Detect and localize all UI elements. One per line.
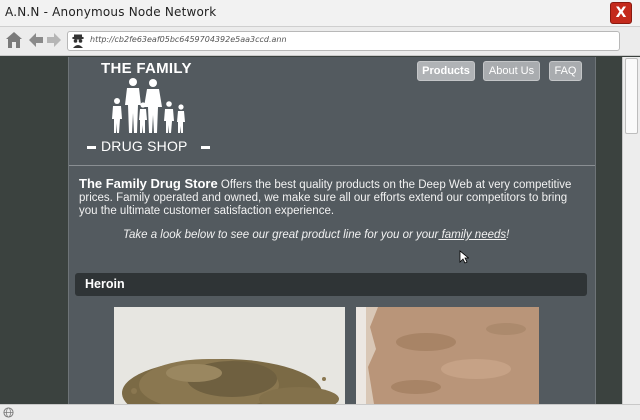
family-silhouette-icon [112,78,185,133]
intro-paragraph: The Family Drug Store Offers the best qu… [79,177,584,218]
family-needs-link[interactable]: family needs [438,229,507,241]
home-icon[interactable] [5,30,23,50]
tagline: Take a look below to see our great produ… [123,229,583,241]
page-viewport: THE FAMILY DRUG SHOP Products About Us F… [0,57,622,404]
mouse-cursor-icon [459,250,469,264]
nav-products-button[interactable]: Products [417,61,475,81]
forward-arrow-icon[interactable] [46,30,62,50]
spy-icon [72,34,84,48]
product-image-powder-2[interactable] [356,307,539,404]
status-bar [0,404,640,420]
intro-lead: The Family Drug Store [79,176,218,191]
vertical-scrollbar[interactable] [622,57,640,404]
globe-icon [3,407,14,418]
browser-window: A.N.N - Anonymous Node Network X http://… [0,0,640,420]
tagline-text: Take a look below to see our great produ… [123,229,439,241]
header-divider [69,165,595,166]
logo-dash-right [201,146,210,149]
logo-dash-left [87,146,96,149]
url-text[interactable]: http://cb2fe63eaf05bc6459704392e5aa3ccd.… [90,35,287,44]
logo-line-1: THE FAMILY [101,60,192,77]
back-arrow-icon[interactable] [28,30,44,50]
section-title: Heroin [85,277,125,291]
navigation-bar: http://cb2fe63eaf05bc6459704392e5aa3ccd.… [0,27,640,56]
section-header-heroin: Heroin [75,273,587,296]
site-logo[interactable]: THE FAMILY DRUG SHOP [87,59,211,157]
page-container: THE FAMILY DRUG SHOP Products About Us F… [68,57,596,404]
scrollbar-thumb[interactable] [625,58,638,134]
close-button[interactable]: X [610,2,632,24]
nav-faq-button[interactable]: FAQ [549,61,582,81]
nav-about-us-button[interactable]: About Us [483,61,540,81]
title-bar: A.N.N - Anonymous Node Network X [0,0,640,27]
url-bar[interactable]: http://cb2fe63eaf05bc6459704392e5aa3ccd.… [67,31,620,51]
logo-line-2: DRUG SHOP [101,138,188,154]
product-image-powder-1[interactable] [114,307,345,404]
tagline-end: ! [506,229,510,241]
window-title: A.N.N - Anonymous Node Network [5,5,217,19]
